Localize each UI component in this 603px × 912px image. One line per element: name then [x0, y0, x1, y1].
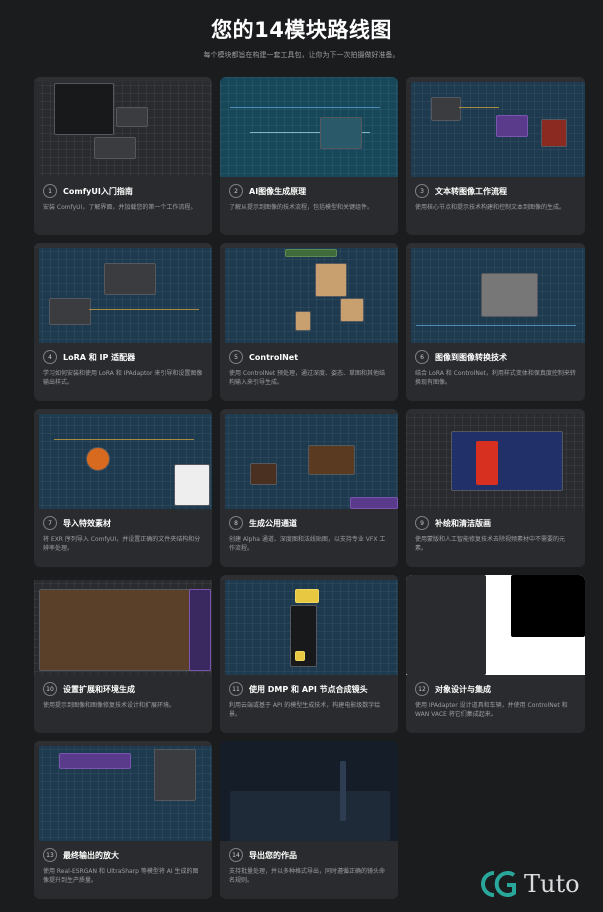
module-title: ComfyUI入门指南 [63, 186, 133, 196]
module-number: 8 [229, 516, 243, 530]
module-card-11[interactable]: 11 使用 DMP 和 API 节点合成镜头 利用云端或基于 API 的模型生成技… [220, 575, 398, 733]
module-description: 结合 LoRA 和 ControlNet，利用样式变体和保真度控制来转换现有图像… [415, 370, 576, 386]
module-number: 3 [415, 184, 429, 198]
module-title: LoRA 和 IP 适配器 [63, 352, 136, 362]
module-description: 使用 Real-ESRGAN 和 UltraSharp 等模型将 AI 生成的图… [43, 868, 199, 884]
module-4-thumbnail [34, 243, 212, 343]
module-number: 6 [415, 350, 429, 364]
module-card-10[interactable]: 10 设置扩展和环境生成 使用提示到图像和图像修复技术设计和扩展环境。 [34, 575, 212, 733]
module-title: 图像到图像转换技术 [435, 352, 507, 362]
module-number: 12 [415, 682, 429, 696]
module-title: ControlNet [249, 352, 299, 362]
module-description: 创建 Alpha 通道、深度图和法线贴图，以支持专业 VFX 工作流程。 [229, 536, 386, 552]
module-description: 支持批量处理，并以多种格式导出，同时遵循正确的镜头命名规则。 [229, 868, 386, 884]
module-title: 补绘和清洁版画 [435, 518, 491, 528]
module-card-4[interactable]: 4 LoRA 和 IP 适配器 学习如何安装和使用 LoRA 和 IPAdapto… [34, 243, 212, 401]
module-description: 学习如何安装和使用 LoRA 和 IPAdaptor 来引导和设置图像输出样式。 [43, 370, 203, 386]
module-title: 使用 DMP 和 API 节点合成镜头 [249, 684, 368, 694]
module-title: 最终输出的放大 [63, 850, 119, 860]
cg-logo-icon [481, 871, 516, 897]
module-10-thumbnail [34, 575, 212, 675]
module-description: 利用云端或基于 API 的模型生成技术，构建电影级数字绘景。 [229, 702, 381, 718]
module-number: 10 [43, 682, 57, 696]
module-card-2[interactable]: 2 AI图像生成原理 了解从提示到图像的技术流程，包括模型和关键组件。 [220, 77, 398, 235]
module-description: 使用蒙版和人工智能修复技术去除视频素材中不需要的元素。 [415, 536, 566, 552]
module-card-7[interactable]: 7 导入特效素材 将 EXR 序列导入 ComfyUI，并设置正确的文件夹结构和分… [34, 409, 212, 567]
module-description: 使用 IPAdapter 设计道具和车辆，并使用 ControlNet 和 WA… [415, 702, 568, 718]
module-card-6[interactable]: 6 图像到图像转换技术 结合 LoRA 和 ControlNet，利用样式变体和保… [406, 243, 585, 401]
module-description: 使用 ControlNet 预处理，通过深度、姿态、草图和其他结构输入来引导生成… [229, 370, 386, 386]
module-12-thumbnail [406, 575, 585, 675]
module-13-thumbnail [34, 741, 212, 841]
module-description: 使用核心节点和提示技术构建和控制文本到图像的生成。 [415, 204, 566, 211]
module-card-8[interactable]: 8 生成公用通道 创建 Alpha 通道、深度图和法线贴图，以支持专业 VFX 工… [220, 409, 398, 567]
module-title: 生成公用通道 [249, 518, 297, 528]
module-number: 14 [229, 848, 243, 862]
module-title: AI图像生成原理 [249, 186, 307, 196]
module-title: 文本转图像工作流程 [435, 186, 507, 196]
module-5-thumbnail [220, 243, 398, 343]
module-7-thumbnail [34, 409, 212, 509]
module-card-9[interactable]: 9 补绘和清洁版画 使用蒙版和人工智能修复技术去除视频素材中不需要的元素。 [406, 409, 585, 567]
module-number: 13 [43, 848, 57, 862]
module-14-thumbnail [220, 741, 398, 841]
module-number: 4 [43, 350, 57, 364]
module-number: 1 [43, 184, 57, 198]
module-description: 安装 ComfyUI，了解界面，并加载您的第一个工作流程。 [43, 204, 197, 211]
page-subtitle: 每个模块都旨在构建一套工具包，让你为下一次拍摄做好准备。 [203, 51, 400, 59]
module-number: 11 [229, 682, 243, 696]
module-2-thumbnail [220, 77, 398, 177]
module-description: 将 EXR 序列导入 ComfyUI，并设置正确的文件夹结构和分辨率处理。 [43, 536, 201, 552]
module-number: 5 [229, 350, 243, 364]
logo-text: Tuto [524, 870, 580, 898]
module-card-12[interactable]: 12 对象设计与集成 使用 IPAdapter 设计道具和车辆，并使用 Contr… [406, 575, 585, 733]
module-card-3[interactable]: 3 文本转图像工作流程 使用核心节点和提示技术构建和控制文本到图像的生成。 [406, 77, 585, 235]
module-number: 2 [229, 184, 243, 198]
tuto-logo: Tuto [474, 862, 594, 906]
module-card-5[interactable]: 5 ControlNet 使用 ControlNet 预处理，通过深度、姿态、草图… [220, 243, 398, 401]
module-8-thumbnail [220, 409, 398, 509]
module-grid: 1 ComfyUI入门指南 安装 ComfyUI，了解界面，并加载您的第一个工作流… [34, 77, 587, 899]
module-11-thumbnail [220, 575, 398, 675]
module-title: 导出您的作品 [249, 850, 297, 860]
module-card-14[interactable]: 14 导出您的作品 支持批量处理，并以多种格式导出，同时遵循正确的镜头命名规则。 [220, 741, 398, 899]
module-title: 导入特效素材 [63, 518, 111, 528]
module-number: 7 [43, 516, 57, 530]
module-description: 使用提示到图像和图像修复技术设计和扩展环境。 [43, 702, 176, 709]
module-9-thumbnail [406, 409, 585, 509]
module-description: 了解从提示到图像的技术流程，包括模型和关键组件。 [229, 204, 374, 211]
page-title: 您的14模块路线图 [211, 18, 392, 42]
module-1-thumbnail [34, 77, 212, 177]
module-3-thumbnail [406, 77, 585, 177]
module-6-thumbnail [406, 243, 585, 343]
module-number: 9 [415, 516, 429, 530]
module-title: 设置扩展和环境生成 [63, 684, 135, 694]
module-card-1[interactable]: 1 ComfyUI入门指南 安装 ComfyUI，了解界面，并加载您的第一个工作流… [34, 77, 212, 235]
module-title: 对象设计与集成 [435, 684, 491, 694]
module-card-13[interactable]: 13 最终输出的放大 使用 Real-ESRGAN 和 UltraSharp 等模… [34, 741, 212, 899]
